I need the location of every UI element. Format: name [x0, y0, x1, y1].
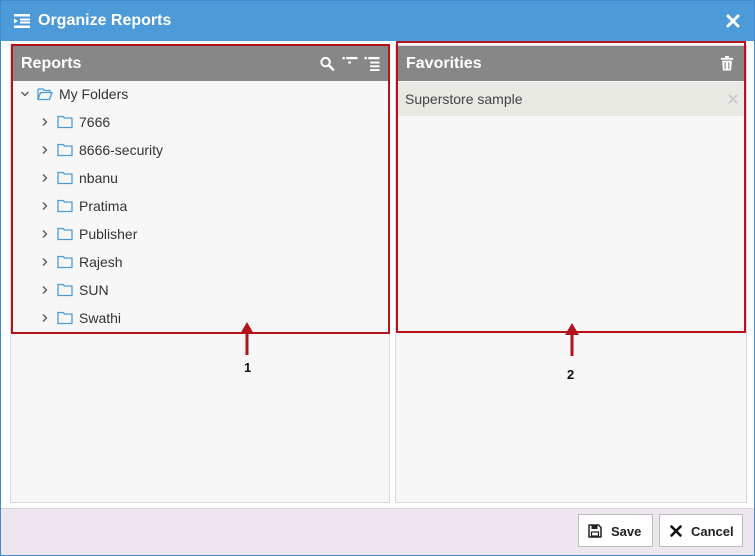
dialog-footer: Save Cancel: [1, 508, 754, 555]
organize-reports-dialog: Organize Reports Reports My Folders 7666…: [0, 0, 755, 556]
cancel-button-label: Cancel: [691, 524, 734, 539]
chevron-right-icon[interactable]: [40, 285, 50, 295]
close-icon: [670, 525, 682, 537]
search-icon[interactable]: [319, 56, 335, 71]
favorite-item-label: Superstore sample: [405, 91, 523, 107]
chevron-right-icon[interactable]: [40, 229, 50, 239]
folder-icon: [57, 227, 73, 241]
trash-icon[interactable]: [720, 56, 734, 71]
tree-folder-label: SUN: [79, 282, 109, 298]
favorites-panel: Favorities Superstore sample: [395, 45, 747, 503]
tree-folder-item[interactable]: 7666: [11, 111, 387, 135]
tree-root-my-folders[interactable]: My Folders: [11, 83, 387, 107]
tree-folder-label: Publisher: [79, 226, 138, 242]
tree-folder-label: Rajesh: [79, 254, 123, 270]
tree-folder-item[interactable]: Swathi: [11, 307, 387, 331]
tree-folder-label: Pratima: [79, 198, 128, 214]
tree-folder-item[interactable]: Pratima: [11, 195, 387, 219]
annotation-arrow-1: [240, 322, 254, 355]
collapse-all-icon[interactable]: [364, 56, 380, 71]
tree-folder-label: nbanu: [79, 170, 118, 186]
remove-favorite-icon[interactable]: [728, 94, 738, 104]
tree-folder-item[interactable]: Publisher: [11, 223, 387, 247]
reports-panel: Reports My Folders 7666 8666-security nb…: [10, 45, 390, 503]
save-button[interactable]: Save: [578, 514, 653, 547]
list-icon: [14, 14, 30, 28]
annotation-number-1: 1: [244, 360, 252, 375]
chevron-right-icon[interactable]: [40, 145, 50, 155]
tree-folder-label: Swathi: [79, 310, 122, 326]
reports-panel-header: Reports: [11, 46, 389, 81]
dialog-titlebar: Organize Reports: [1, 1, 754, 41]
chevron-right-icon[interactable]: [40, 117, 50, 127]
favorite-item[interactable]: Superstore sample: [397, 82, 745, 116]
tree-folder-item[interactable]: nbanu: [11, 167, 387, 191]
annotation-number-2: 2: [567, 367, 575, 382]
tree-root-label: My Folders: [59, 86, 129, 102]
folder-icon: [57, 115, 73, 129]
dialog-title: Organize Reports: [38, 12, 172, 29]
chevron-right-icon[interactable]: [40, 173, 50, 183]
expand-all-icon[interactable]: [342, 56, 358, 71]
cancel-button[interactable]: Cancel: [659, 514, 743, 547]
folder-icon: [57, 283, 73, 297]
tree-folder-label: 8666-security: [79, 142, 164, 158]
close-icon[interactable]: [726, 14, 740, 28]
save-button-label: Save: [611, 524, 642, 539]
tree-folder-item[interactable]: SUN: [11, 279, 387, 303]
tree-folder-label: 7666: [79, 114, 111, 130]
folder-icon: [57, 311, 73, 325]
folder-icon: [57, 255, 73, 269]
annotation-arrow-2: [565, 323, 579, 356]
chevron-down-icon[interactable]: [20, 89, 30, 99]
folder-icon: [57, 199, 73, 213]
folder-icon: [57, 143, 73, 157]
tree-folder-item[interactable]: 8666-security: [11, 139, 387, 163]
folder-open-icon: [37, 88, 53, 101]
tree-folder-item[interactable]: Rajesh: [11, 251, 387, 275]
save-icon: [588, 524, 602, 538]
chevron-right-icon[interactable]: [40, 201, 50, 211]
reports-panel-title: Reports: [21, 55, 82, 72]
folder-icon: [57, 171, 73, 185]
favorites-panel-title: Favorities: [406, 55, 482, 72]
favorites-panel-header: Favorities: [396, 46, 746, 81]
chevron-right-icon[interactable]: [40, 313, 50, 323]
chevron-right-icon[interactable]: [40, 257, 50, 267]
